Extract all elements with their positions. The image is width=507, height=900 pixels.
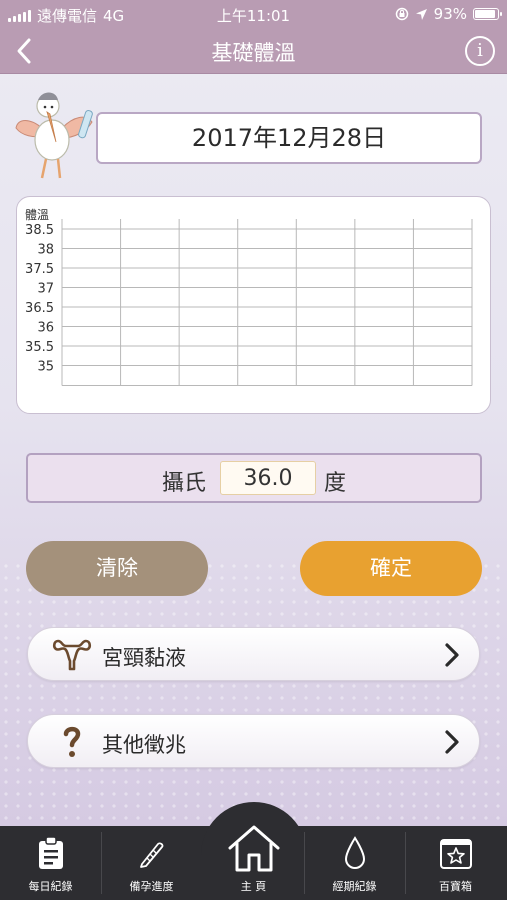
temperature-field[interactable]	[220, 461, 316, 495]
tab-treasure-box[interactable]: 百寶箱	[405, 826, 506, 900]
drop-icon	[344, 836, 365, 869]
tab-label: 主 頁	[240, 880, 267, 893]
confirm-button[interactable]: 確定	[300, 541, 482, 596]
location-icon	[415, 8, 427, 20]
chevron-right-icon	[445, 643, 459, 667]
tab-pregnancy-progress[interactable]: 備孕進度	[101, 826, 202, 900]
tab-label: 備孕進度	[129, 880, 174, 893]
celsius-label: 攝氏	[162, 471, 207, 496]
info-icon: i	[477, 40, 483, 61]
tab-daily-record[interactable]: 每日紀錄	[0, 826, 101, 900]
info-button[interactable]: i	[465, 36, 495, 66]
y-tick-label: 35.5	[25, 340, 54, 355]
star-box-icon	[439, 839, 472, 869]
stork-mascot-icon	[15, 92, 93, 179]
y-tick-label: 36.5	[25, 301, 54, 316]
y-tick-label: 36	[37, 321, 54, 336]
temperature-input-row: 攝氏 度	[26, 453, 482, 503]
y-tick-label: 38	[37, 243, 54, 258]
tab-label: 經期紀錄	[332, 880, 377, 893]
clipboard-icon	[38, 836, 63, 869]
temperature-chart-svg: 體溫38.5 38 37.5 37 36.5 36 35.5 35	[25, 208, 473, 386]
chevron-right-icon	[445, 730, 459, 754]
home-icon	[228, 825, 279, 872]
temperature-chart: 體溫 38.5 38 37.5 37 36.5 36 35.5 35	[16, 196, 491, 414]
cervical-mucus-label: 宮頸黏液	[102, 646, 186, 670]
page-title: 基礎體溫	[211, 41, 296, 65]
y-axis-label: 體溫	[25, 208, 49, 222]
rotation-lock-icon	[395, 7, 408, 21]
pen-icon	[139, 842, 163, 868]
y-tick-label: 38.5	[25, 223, 54, 238]
battery-percent: 93%	[433, 5, 467, 23]
uterus-icon	[52, 639, 92, 671]
background-texture	[0, 560, 507, 830]
clear-button[interactable]: 清除	[26, 541, 208, 596]
tab-label: 每日紀錄	[28, 880, 73, 893]
y-tick-label: 35	[37, 360, 54, 375]
cervical-mucus-row[interactable]: 宮頸黏液	[27, 627, 480, 681]
battery-icon	[473, 8, 502, 20]
tab-period-record[interactable]: 經期紀錄	[304, 826, 405, 900]
other-symptoms-row[interactable]: 其他徵兆	[27, 714, 480, 768]
y-tick-label: 37.5	[25, 262, 54, 277]
navigation-bar: 基礎體溫 i	[0, 28, 507, 74]
tab-home[interactable]: 主 頁	[203, 825, 304, 900]
question-icon	[63, 726, 81, 757]
tab-label: 百寶箱	[439, 880, 472, 893]
status-bar: 遠傳電信 4G 上午11:01 93%	[0, 0, 507, 28]
other-symptoms-label: 其他徵兆	[102, 733, 186, 757]
date-display[interactable]: 2017年12月28日	[96, 112, 482, 164]
degree-label: 度	[324, 471, 347, 496]
y-tick-label: 37	[37, 282, 54, 297]
